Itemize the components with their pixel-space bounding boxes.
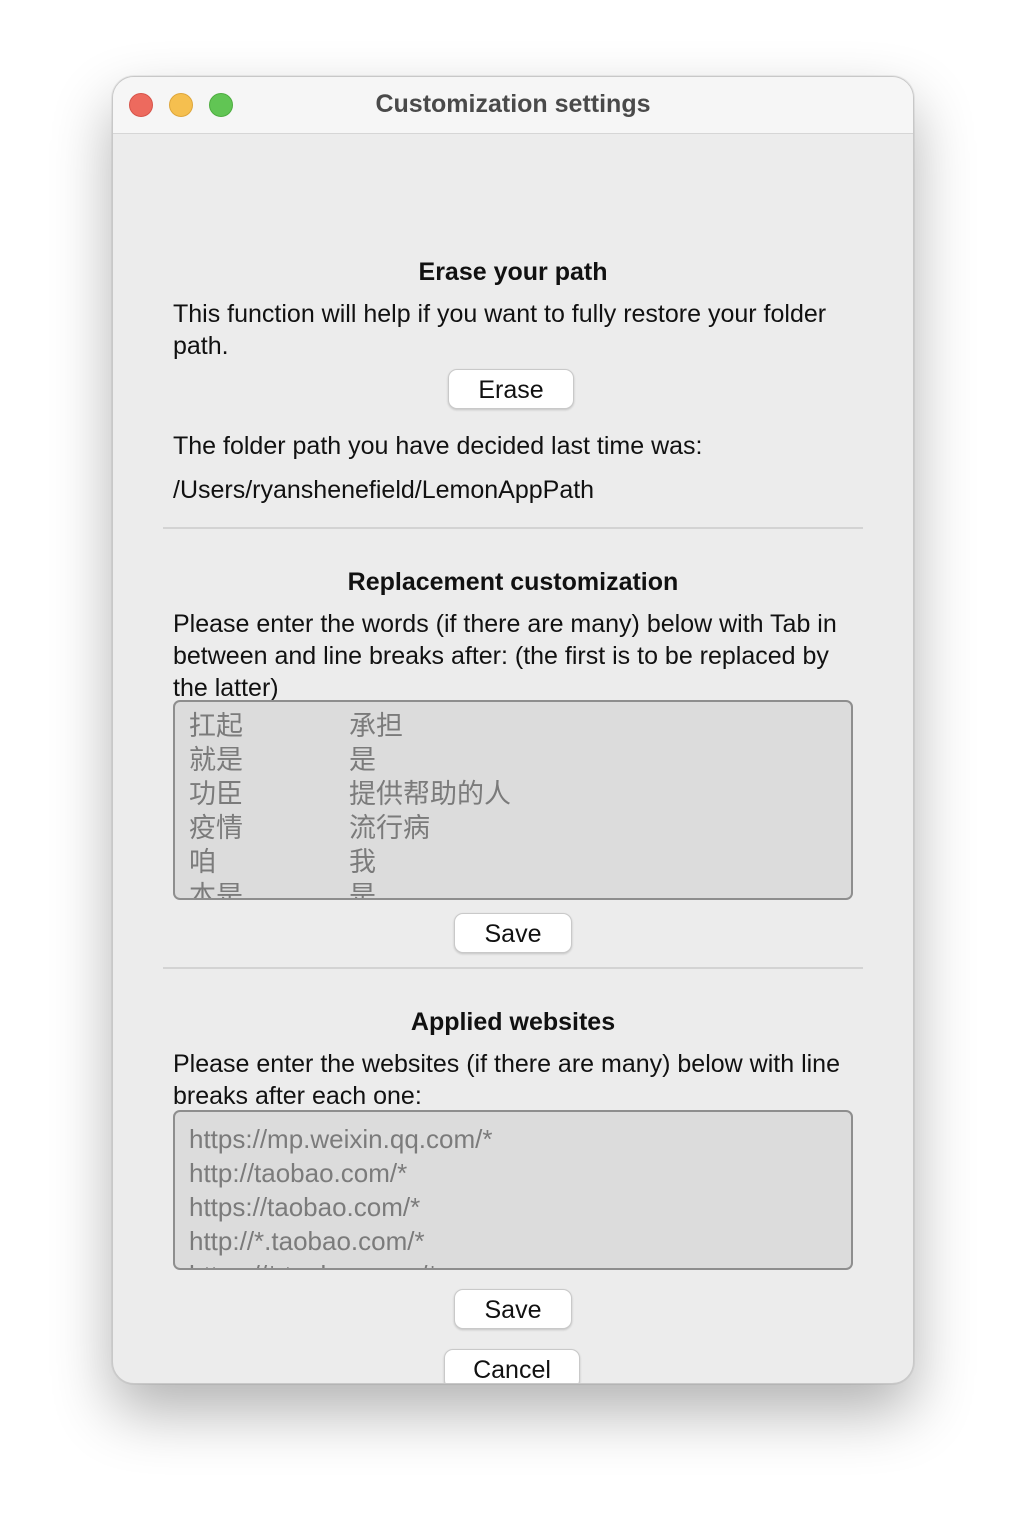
replacement-row: 咱 我 — [175, 846, 851, 880]
replacement-to: 我 — [349, 847, 376, 878]
replacement-to: 提供帮助的人 — [349, 779, 511, 810]
section-divider — [163, 967, 863, 969]
last-path-value: /Users/ryanshenefield/LemonAppPath — [173, 476, 595, 504]
website-url: https://mp.weixin.qq.com/* — [189, 1124, 493, 1154]
website-url: https://taobao.com/* — [189, 1192, 421, 1222]
section-divider — [163, 527, 863, 529]
websites-save-button[interactable]: Save — [454, 1289, 572, 1329]
erase-button[interactable]: Erase — [448, 369, 574, 409]
title-bar: Customization settings — [113, 77, 913, 134]
replacement-row: 功臣 提供帮助的人 — [175, 778, 851, 812]
replacement-save-button[interactable]: Save — [454, 913, 572, 953]
website-url: https://*.taobao.com/* — [175, 1258, 851, 1268]
website-url: http://taobao.com/* — [189, 1158, 408, 1188]
replacement-from: 疫情 — [189, 813, 243, 844]
replacement-from: 就是 — [189, 745, 243, 776]
replacement-row: 本是 是 — [175, 880, 851, 900]
replacement-description: Please enter the words (if there are man… — [173, 610, 837, 702]
websites-textarea[interactable]: https://mp.weixin.qq.com/* http://taobao… — [173, 1110, 853, 1270]
replacement-row: 扛起 承担 — [175, 710, 851, 744]
replacement-section-title: Replacement customization — [347, 568, 679, 596]
website-url: http://*.taobao.com/* — [189, 1226, 425, 1256]
last-path-label: The folder path you have decided last ti… — [173, 432, 703, 460]
replacement-to: 是 — [349, 881, 376, 900]
replacement-row: 疫情 流行病 — [175, 812, 851, 846]
replacement-from: 咱 — [189, 847, 216, 878]
replacement-to: 承担 — [349, 711, 403, 742]
websites-description: Please enter the websites (if there are … — [173, 1050, 840, 1110]
replacement-from: 功臣 — [189, 779, 243, 810]
replacement-to: 流行病 — [349, 813, 430, 844]
replacement-textarea[interactable]: 扛起 承担 就是 是 功臣 提供帮助的人 疫情 流行病 咱 我 本是 是 — [173, 700, 853, 900]
websites-section-title: Applied websites — [410, 1008, 616, 1036]
cancel-button[interactable]: Cancel — [444, 1349, 580, 1383]
replacement-to: 是 — [349, 745, 376, 776]
replacement-from: 本是 — [189, 881, 243, 900]
settings-window: Customization settings Erase your path T… — [112, 76, 914, 1384]
erase-description: This function will help if you want to f… — [173, 300, 827, 360]
window-title: Customization settings — [375, 90, 651, 118]
erase-section-title: Erase your path — [418, 258, 608, 286]
replacement-row: 就是 是 — [175, 744, 851, 778]
replacement-from: 扛起 — [189, 711, 243, 742]
